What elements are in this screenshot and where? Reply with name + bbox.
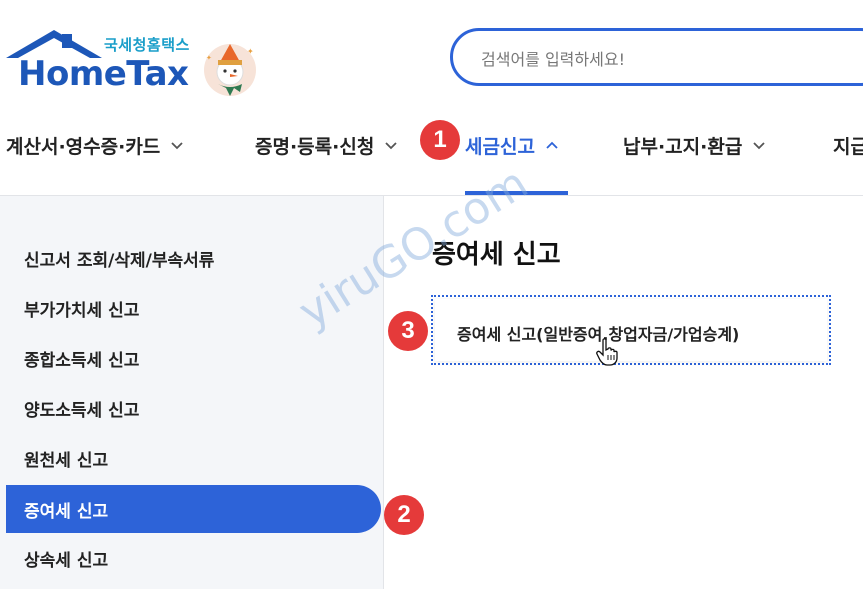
svg-text:✦: ✦: [206, 54, 212, 62]
sidebar-item-gift-tax[interactable]: 증여세 신고: [6, 485, 381, 533]
card-inner: 증여세 신고(일반증여,창업자금/가업승계): [435, 299, 827, 361]
search-input[interactable]: [479, 45, 843, 73]
sidebar-item-income-tax[interactable]: 종합소득세 신고: [6, 334, 381, 382]
svg-text:✦: ✦: [247, 47, 254, 56]
chevron-up-icon: [546, 141, 558, 149]
gift-tax-filing-card[interactable]: 증여세 신고(일반증여,창업자금/가업승계): [431, 295, 831, 365]
sidebar-item-withholding[interactable]: 원천세 신고: [6, 434, 381, 482]
nav-item-invoice[interactable]: 계산서·영수증·카드: [6, 130, 184, 160]
step-badge-1: 1: [420, 120, 460, 160]
step-badge-3: 3: [388, 311, 428, 351]
nav-item-payment[interactable]: 납부·고지·환급: [623, 130, 766, 160]
hand-cursor-icon: [596, 338, 618, 366]
nav-item-label: 세금신고: [465, 135, 535, 158]
chevron-down-icon: [753, 142, 765, 150]
snowman-mascot-icon: ✦ ✦: [204, 44, 256, 96]
chevron-down-icon: [171, 142, 183, 150]
logo-title: HomeTax: [18, 54, 189, 94]
nav-item-label: 증명·등록·신청: [255, 135, 375, 158]
sidebar-item-inheritance[interactable]: 상속세 신고: [6, 534, 381, 582]
nav-item-label: 납부·고지·환급: [623, 135, 743, 158]
nav-item-label: 계산서·영수증·카드: [6, 135, 161, 158]
hometax-logo[interactable]: 국세청홈택스 HomeTax: [6, 28, 196, 98]
nav-item-label: 지급: [833, 135, 863, 158]
logo-subtitle: 국세청홈택스: [104, 36, 190, 54]
nav-item-certificate[interactable]: 증명·등록·신청: [255, 130, 398, 160]
sidebar-item-capital-gains[interactable]: 양도소득세 신고: [6, 384, 381, 432]
nav-item-payout[interactable]: 지급: [833, 130, 863, 160]
step-badge-2: 2: [384, 495, 424, 535]
search-bar[interactable]: [450, 28, 863, 86]
chevron-down-icon: [385, 142, 397, 150]
nav-item-tax-filing[interactable]: 세금신고: [465, 130, 559, 160]
